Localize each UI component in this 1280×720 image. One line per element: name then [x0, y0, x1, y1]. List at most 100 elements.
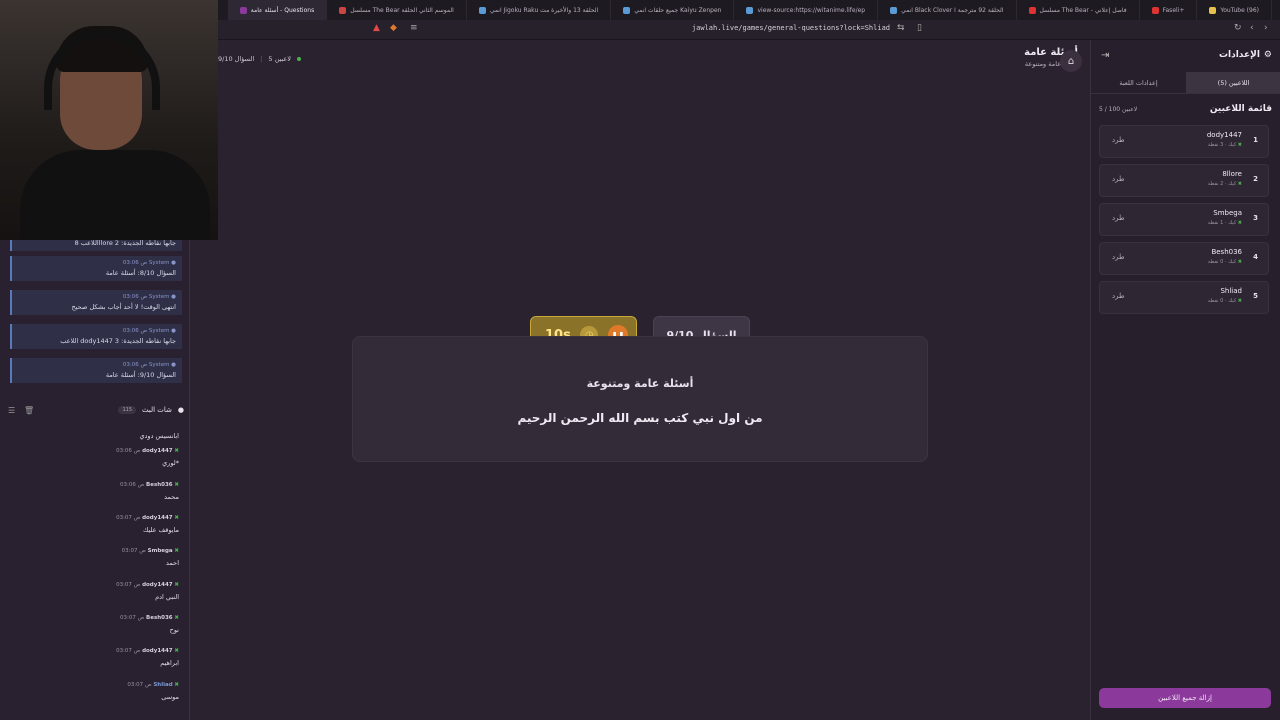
question-category: أسئلة عامة ومتنوعة — [586, 377, 694, 390]
player-name: Shliad — [1220, 287, 1242, 295]
player-name: dody1447 — [1206, 131, 1242, 139]
kick-button[interactable]: طرد — [1112, 214, 1125, 222]
settings-title: الإعدادات ⚙ — [1218, 50, 1272, 60]
browser-tab-active[interactable]: أسئلة عامة - Questions — [227, 0, 328, 20]
share-icon[interactable]: ⇆ — [897, 23, 905, 33]
kick-platform-icon: ✖ — [1237, 298, 1242, 304]
browser-tab[interactable]: جميع حلقات انمي Kaiyu Zenpen — [611, 0, 735, 20]
player-name: Smbega — [1213, 209, 1242, 217]
browser-tab[interactable]: مسلسل The Bear الموسم الثاني الحلقة — [327, 0, 467, 20]
player-row: 2 8llore كيك · 2 نقطة ✖ طرد — [1099, 164, 1269, 197]
chat-title: شات البث — [142, 406, 172, 414]
verified-icon: ✖ — [174, 682, 179, 688]
favicon-icon — [746, 6, 754, 14]
home-button[interactable]: ⌂ — [1060, 50, 1082, 72]
favicon-icon — [239, 6, 247, 14]
system-message: 03:06 ص System ● اللاعب dody1447 جابها ن… — [10, 324, 182, 349]
chat-message: 03:07 ص dody1447 ✖ مايوقف عليك — [116, 515, 179, 534]
reload-icon[interactable]: ↻ — [1234, 23, 1242, 33]
player-name: Besh036 — [1211, 248, 1242, 256]
player-rank: 3 — [1253, 214, 1258, 222]
chat-message: 03:07 ص Shliad ✖ موسى — [127, 682, 179, 701]
chat-message: 03:07 ص Smbega ✖ احمد — [121, 548, 179, 567]
verified-icon: ✖ — [174, 448, 179, 454]
extension-icon[interactable]: ▲ — [373, 23, 380, 33]
shield-icon[interactable]: ◆ — [390, 23, 397, 33]
chat-header: ☰ 🗑 115 شات البث ● — [0, 400, 190, 420]
chat-message: 03:06 ص dody1447 ✖ لوري* — [116, 448, 179, 467]
player-name: 8llore — [1222, 170, 1242, 178]
menu-icon[interactable]: ≡ — [410, 23, 418, 33]
player-meta: كيك · 0 نقطة ✖ — [1207, 259, 1242, 265]
favicon-icon — [890, 6, 898, 14]
browser-tab[interactable]: YouTube (96) — [1197, 0, 1272, 20]
verified-icon: ✖ — [174, 515, 179, 521]
home-icon: ⌂ — [1067, 55, 1075, 67]
chat-message: 03:07 ص Besh036 ✖ نوح — [120, 615, 179, 634]
favicon-icon — [339, 6, 347, 14]
question-progress: السؤال 9/10 — [218, 55, 255, 63]
player-meta: كيك · 3 نقطة ✖ — [1207, 142, 1242, 148]
browser-tab[interactable]: انمي Black Clover الحلقة 92 مترجمة ا — [878, 0, 1017, 20]
chat-message: 03:06 ص Besh036 ✖ محمد — [120, 482, 179, 501]
kick-button[interactable]: طرد — [1112, 175, 1125, 183]
favicon-icon — [478, 6, 486, 14]
chat-message: 03:07 ص dody1447 ✖ النبي ادم — [116, 582, 179, 601]
list-icon[interactable]: ☰ — [8, 406, 15, 415]
online-dot-icon — [297, 57, 302, 61]
system-message: 03:06 ص System ● السؤال 9/10: أسئلة عامة — [10, 358, 182, 383]
player-rank: 1 — [1253, 136, 1258, 144]
collapse-panel-icon[interactable]: ⇥ — [1101, 50, 1109, 61]
verified-icon: ✖ — [174, 482, 179, 488]
player-row: 4 Besh036 كيك · 0 نقطة ✖ طرد — [1099, 242, 1269, 275]
browser-tab[interactable]: انمي Jigoku Raku الحلقة 13 والأخيرة مت — [467, 0, 612, 20]
system-message: 03:06 ص System ● السؤال 8/10: أسئلة عامة — [10, 256, 182, 281]
kick-button[interactable]: طرد — [1112, 292, 1125, 300]
url-field[interactable]: jawlah.live/games/general-questions?lock… — [692, 24, 890, 32]
favicon-icon — [1151, 6, 1159, 14]
favicon-icon — [623, 6, 631, 14]
back-icon[interactable]: ‹ — [1250, 23, 1254, 33]
settings-tabs: اللاعبين (5) إعدادات اللعبة — [1091, 72, 1280, 94]
player-row: 3 Smbega كيك · 1 نقطة ✖ طرد — [1099, 203, 1269, 236]
verified-icon: ✖ — [174, 615, 179, 621]
kick-platform-icon: ✖ — [1237, 181, 1242, 187]
kick-button[interactable]: طرد — [1112, 253, 1125, 261]
verified-icon: ✖ — [174, 582, 179, 588]
chat-icon: ● — [177, 406, 184, 414]
chat-message: ابانسيس دودي — [139, 432, 179, 440]
kick-platform-icon: ✖ — [1237, 259, 1242, 265]
webcam-overlay — [0, 0, 218, 240]
browser-tab[interactable]: view-source:https://witanime.life/ep — [734, 0, 879, 20]
chat-count-badge: 115 — [118, 406, 136, 414]
game-info-bar: السؤال 9/10 | 5 لاعبين — [218, 55, 302, 63]
tab-game-settings[interactable]: إعدادات اللعبة — [1091, 72, 1186, 93]
settings-panel: ⇥ الإعدادات ⚙ اللاعبين (5) إعدادات اللعب… — [1090, 40, 1280, 720]
trash-icon[interactable]: 🗑 — [24, 406, 34, 415]
bookmark-icon[interactable]: ▯ — [917, 23, 922, 33]
player-rank: 4 — [1253, 253, 1258, 261]
player-rank: 2 — [1253, 175, 1258, 183]
player-meta: كيك · 0 نقطة ✖ — [1207, 298, 1242, 304]
system-message: 03:06 ص System ● انتهى الوقت! لا أحد أجا… — [10, 290, 182, 315]
player-rank: 5 — [1253, 292, 1258, 300]
players-list-title: قائمة اللاعبين — [1209, 104, 1272, 114]
kick-platform-icon: ✖ — [1237, 142, 1242, 148]
kick-platform-icon: ✖ — [1237, 220, 1242, 226]
browser-tab[interactable]: مسلسل The Bear - فاصل إعلاني — [1017, 0, 1140, 20]
question-text: من اول نبي كتب بسم الله الرحمن الرحيم — [517, 411, 763, 425]
favicon-icon — [1028, 6, 1036, 14]
gear-icon: ⚙ — [1263, 50, 1272, 60]
players-list-count: 5 / 100 لاعبين — [1099, 106, 1138, 113]
question-card: أسئلة عامة ومتنوعة من اول نبي كتب بسم ال… — [352, 336, 928, 462]
players-count: 5 لاعبين — [268, 55, 292, 63]
kick-button[interactable]: طرد — [1112, 136, 1125, 144]
player-row: 5 Shliad كيك · 0 نقطة ✖ طرد — [1099, 281, 1269, 314]
tab-players[interactable]: اللاعبين (5) — [1186, 72, 1280, 93]
webcam-figure-body — [20, 150, 210, 240]
remove-all-players-button[interactable]: إزالة جميع اللاعبين — [1099, 688, 1271, 708]
player-meta: كيك · 2 نقطة ✖ — [1207, 181, 1242, 187]
player-row: 1 dody1447 كيك · 3 نقطة ✖ طرد — [1099, 125, 1269, 158]
forward-icon[interactable]: › — [1264, 23, 1268, 33]
browser-tab[interactable]: Faseli+ — [1140, 0, 1198, 20]
